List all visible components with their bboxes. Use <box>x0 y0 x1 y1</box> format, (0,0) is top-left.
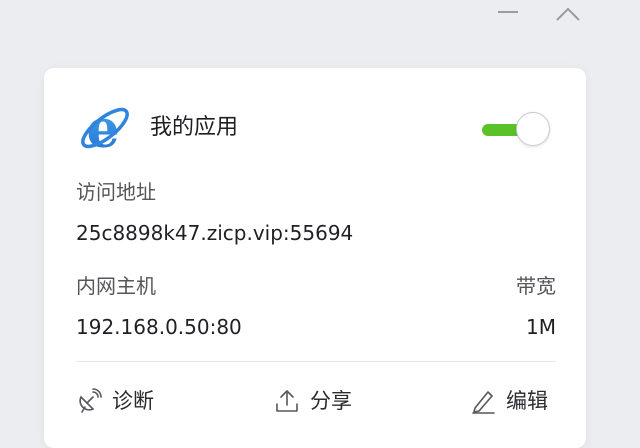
satellite-dish-icon <box>76 388 102 414</box>
app-card: e 我的应用 访问地址 25c8898k47.zicp.vip:55694 内网… <box>44 68 586 448</box>
diagnose-label: 诊断 <box>112 389 154 413</box>
edit-label: 编辑 <box>506 389 548 413</box>
lan-host-label: 内网主机 <box>76 274 156 298</box>
app-enable-toggle[interactable] <box>482 112 554 148</box>
access-address-value[interactable]: 25c8898k47.zicp.vip:55694 <box>76 220 353 246</box>
pencil-icon <box>470 388 496 414</box>
minimize-icon[interactable] <box>494 2 522 26</box>
lan-host-value: 192.168.0.50:80 <box>76 315 242 339</box>
diagnose-button[interactable]: 诊断 <box>76 386 154 416</box>
bandwidth-label: 带宽 <box>516 274 556 298</box>
ie-browser-icon: e <box>76 99 134 160</box>
window-bar <box>0 0 640 34</box>
divider <box>76 361 556 362</box>
edit-button[interactable]: 编辑 <box>470 386 548 416</box>
bandwidth-value: 1M <box>526 315 556 339</box>
share-upload-icon <box>274 388 300 414</box>
toggle-knob <box>516 112 550 146</box>
share-button[interactable]: 分享 <box>274 386 352 416</box>
access-address-label: 访问地址 <box>76 180 156 204</box>
app-name: 我的应用 <box>150 115 239 140</box>
chevron-up-icon[interactable] <box>554 2 582 26</box>
share-label: 分享 <box>310 389 352 413</box>
